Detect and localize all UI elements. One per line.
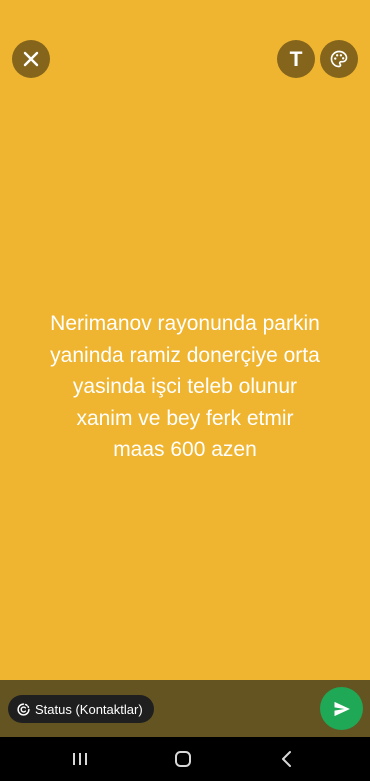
status-line: yasinda işci teleb olunur <box>72 375 298 398</box>
back-button[interactable] <box>257 737 317 781</box>
close-icon <box>23 51 39 67</box>
close-button[interactable] <box>12 40 50 78</box>
status-audience-button[interactable]: Status (Kontaktlar) <box>8 695 154 723</box>
status-icon <box>17 702 30 716</box>
palette-icon <box>330 50 348 68</box>
recents-icon <box>73 753 87 765</box>
status-line: xanim ve bey ferk etmir <box>76 406 294 430</box>
status-line: Nerimanov rayonunda parkin <box>50 312 320 335</box>
back-icon <box>282 751 291 767</box>
recents-button[interactable] <box>50 737 110 781</box>
composer-bar: Status (Kontaktlar) <box>0 680 370 737</box>
status-audience-label: Status (Kontaktlar) <box>35 701 143 717</box>
color-palette-button[interactable] <box>320 40 358 78</box>
system-navigation-bar <box>0 737 370 781</box>
home-button[interactable] <box>153 737 213 781</box>
status-canvas[interactable]: T Nerimanov rayonunda parkin yaninda ram… <box>0 0 370 680</box>
status-line: yaninda ramiz donerçiye orta <box>50 343 320 367</box>
send-button[interactable] <box>320 687 363 730</box>
send-icon <box>334 701 350 716</box>
home-icon <box>175 751 191 767</box>
text-tool-label: T <box>289 47 303 71</box>
status-text: Nerimanov rayonunda parkin yaninda ramiz… <box>20 308 350 466</box>
text-tool-button[interactable]: T <box>277 40 315 78</box>
status-line: maas 600 azen <box>113 438 257 461</box>
